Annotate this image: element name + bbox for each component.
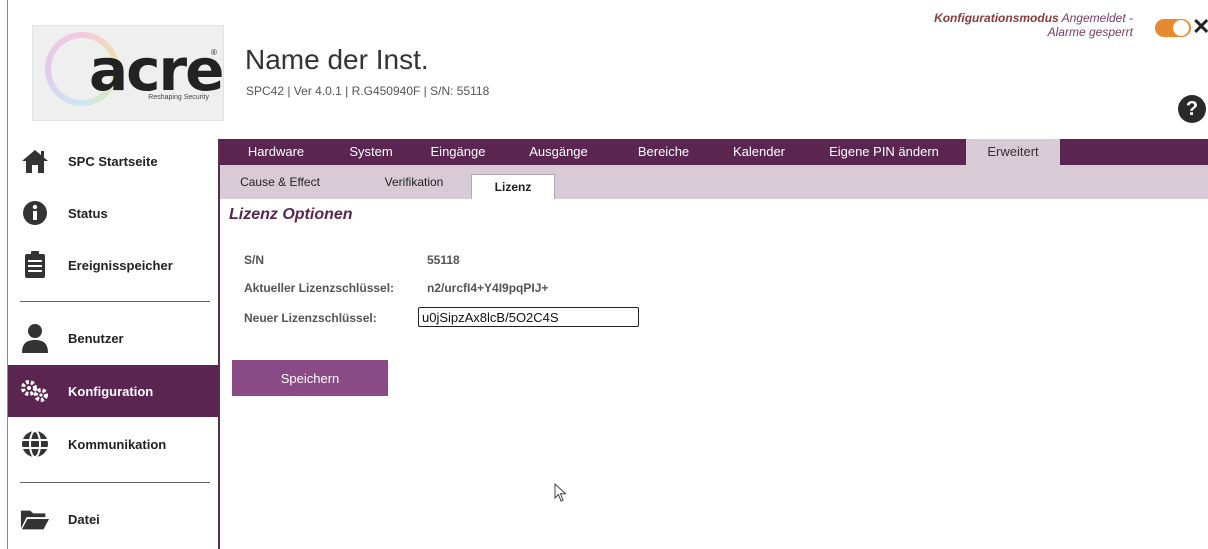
sidebar-item-konfiguration[interactable]: Konfiguration — [8, 365, 218, 417]
mode-status: Konfigurationsmodus Angemeldet - Alarme … — [934, 11, 1133, 39]
tab-kalender[interactable]: Kalender — [716, 139, 802, 165]
sidebar-item-label: Konfiguration — [68, 383, 154, 399]
tab-eigene-pin-aendern[interactable]: Eigene PIN ändern — [802, 139, 966, 165]
sidebar-item-label: Datei — [68, 511, 100, 527]
save-button[interactable]: Speichern — [232, 360, 388, 396]
sidebar-item-ereignisspeicher[interactable]: Ereignisspeicher — [8, 239, 218, 291]
mode-alarm-state: Alarme gesperrt — [1047, 25, 1133, 39]
sidebar-item-label: SPC Startseite — [68, 153, 158, 169]
sidebar-divider — [218, 139, 220, 549]
tab-erweitert[interactable]: Erweitert — [966, 139, 1060, 165]
gears-icon — [20, 379, 50, 403]
mode-label: Konfigurationsmodus — [934, 11, 1059, 25]
current-key-value: n2/urcfI4+Y4I9pqPIJ+ — [427, 281, 549, 295]
section-title: Lizenz Optionen — [229, 206, 353, 223]
sidebar-item-kommunikation[interactable]: Kommunikation — [8, 418, 218, 470]
folder-icon — [20, 507, 50, 531]
tab-bereiche[interactable]: Bereiche — [611, 139, 716, 165]
new-license-key-input[interactable] — [418, 307, 639, 327]
sidebar-separator — [20, 482, 210, 483]
acre-logo[interactable]: acre ® Reshaping Security — [32, 25, 224, 121]
sidebar-item-label: Benutzer — [68, 330, 124, 346]
new-key-label: Neuer Lizenzschlüssel: — [244, 311, 377, 325]
tab-lizenz[interactable]: Lizenz — [471, 174, 555, 199]
user-icon — [20, 323, 50, 353]
system-info: SPC42 | Ver 4.0.1 | R.G450940F | S/N: 55… — [246, 84, 490, 98]
tab-cause-effect[interactable]: Cause & Effect — [226, 165, 334, 199]
info-icon — [20, 200, 50, 226]
sidebar-item-label: Kommunikation — [68, 436, 167, 452]
tab-eingaenge[interactable]: Eingänge — [410, 139, 506, 165]
sidebar-item-benutzer[interactable]: Benutzer — [8, 312, 218, 364]
tab-verifikation[interactable]: Verifikation — [368, 165, 460, 199]
institution-name: Name der Inst. — [245, 44, 429, 75]
tab-ausgaenge[interactable]: Ausgänge — [506, 139, 611, 165]
mode-login-state: Angemeldet - — [1058, 11, 1133, 25]
sidebar-item-label: Ereignisspeicher — [68, 257, 173, 273]
toggle-knob — [1173, 20, 1189, 36]
logo-registered-mark: ® — [211, 48, 217, 57]
tab-system[interactable]: System — [332, 139, 410, 165]
mouse-cursor-icon — [554, 482, 568, 508]
sub-tab-bar: Cause & Effect Verifikation Lizenz — [220, 165, 1208, 199]
logo-tagline: Reshaping Security — [148, 94, 209, 101]
sidebar-item-spc-startseite[interactable]: SPC Startseite — [8, 135, 218, 187]
main-tab-bar: Hardware System Eingänge Ausgänge Bereic… — [220, 139, 1208, 165]
tools-icon[interactable]: ✕ — [1192, 14, 1208, 40]
sn-label: S/N — [244, 253, 265, 267]
tab-hardware[interactable]: Hardware — [220, 139, 332, 165]
sidebar-item-status[interactable]: Status — [8, 187, 218, 239]
config-mode-toggle[interactable] — [1155, 19, 1191, 37]
sidebar-item-label: Status — [68, 205, 108, 221]
globe-icon — [20, 430, 50, 458]
sidebar-separator — [20, 301, 210, 302]
sidebar-item-datei[interactable]: Datei — [8, 493, 218, 545]
sn-value: 55118 — [427, 253, 460, 267]
help-icon[interactable]: ? — [1178, 95, 1206, 123]
clipboard-icon — [20, 251, 50, 279]
home-icon — [20, 148, 50, 174]
current-key-label: Aktueller Lizenzschlüssel: — [244, 281, 395, 295]
